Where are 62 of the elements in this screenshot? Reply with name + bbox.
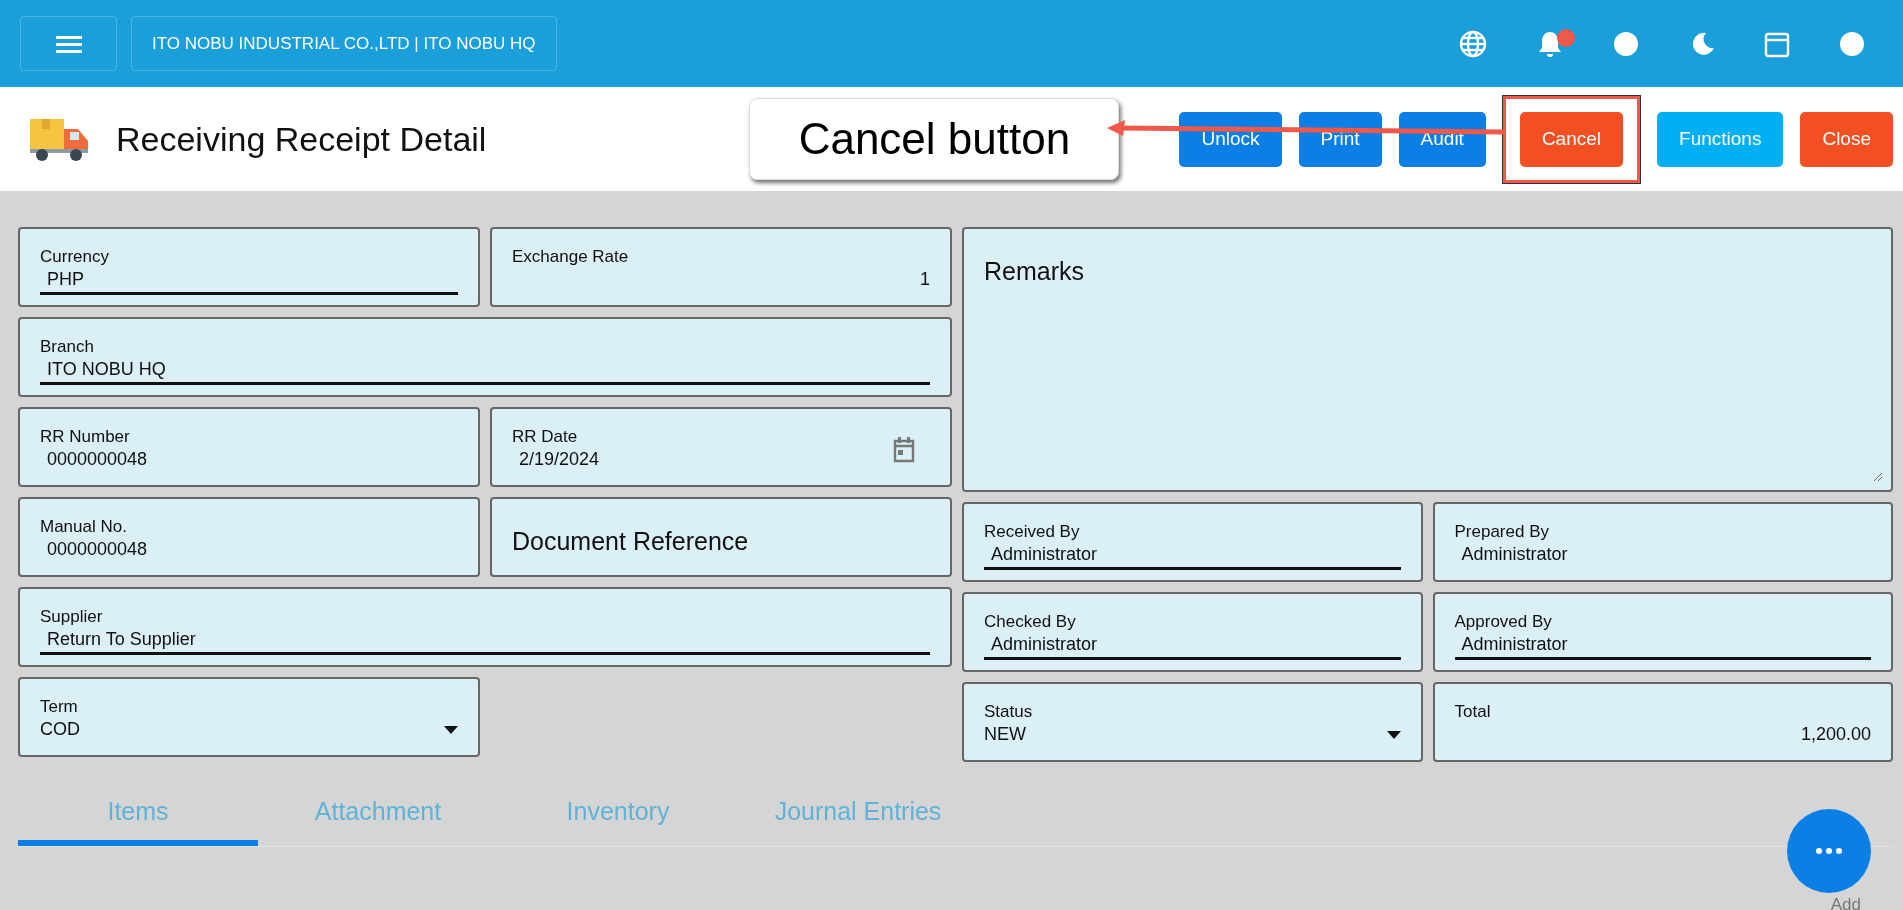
field-value: 1 <box>920 269 930 290</box>
field-value: Administrator <box>1461 544 1568 565</box>
form-field[interactable]: Branch ITO NOBU HQ <box>18 317 952 397</box>
field-value: PHP <box>47 269 84 290</box>
globe-icon[interactable] <box>1458 28 1488 59</box>
field-label: Manual No. <box>40 517 128 537</box>
calendar-icon[interactable] <box>892 436 916 463</box>
action-button[interactable]: Unlock <box>1179 111 1282 167</box>
menu-icon <box>55 33 82 54</box>
form-field[interactable]: RR Number 0000000048 <box>18 407 480 487</box>
field-value: 0000000048 <box>47 449 148 470</box>
form-field[interactable]: Supplier Return To Supplier <box>18 587 952 667</box>
field-label: RR Number <box>40 427 131 447</box>
field-label: Approved By <box>1454 612 1553 632</box>
field-value: Return To Supplier <box>47 629 196 650</box>
form-field[interactable]: Approved By Administrator <box>1432 592 1893 672</box>
action-button[interactable]: Audit <box>1398 111 1486 167</box>
remarks-field[interactable]: Remarks <box>962 227 1893 492</box>
dropdown-caret-icon[interactable] <box>444 725 458 734</box>
form-field[interactable]: Exchange Rate 1 <box>490 227 952 307</box>
field-label: Total <box>1454 702 1492 722</box>
form-field[interactable]: Currency PHP <box>18 227 480 307</box>
field-label: Document Reference <box>512 527 750 556</box>
annotation-callout: Cancel button <box>749 98 1120 180</box>
field-label: Currency <box>40 247 110 267</box>
menu-button[interactable] <box>20 16 117 71</box>
form-field[interactable]: Document Reference <box>490 497 952 577</box>
action-button[interactable]: Print <box>1298 111 1382 167</box>
field-value: NEW <box>984 724 1026 745</box>
field-value: Administrator <box>991 544 1098 565</box>
dropdown-caret-icon[interactable] <box>1386 730 1401 739</box>
form-field[interactable]: Checked By Administrator <box>962 592 1423 672</box>
field-label: Exchange Rate <box>512 247 630 267</box>
form-field[interactable]: Status NEW <box>962 682 1423 762</box>
form-field[interactable]: Manual No. 0000000048 <box>18 497 480 577</box>
add-label: Add <box>1830 895 1861 910</box>
field-value: 2/19/2024 <box>519 449 600 470</box>
field-value: Administrator <box>1461 634 1568 655</box>
field-label: RR Date <box>512 427 579 447</box>
form-field[interactable]: Total 1,200.00 <box>1432 682 1893 762</box>
action-button[interactable]: Close <box>1800 111 1893 167</box>
form-field[interactable]: Prepared By Administrator <box>1432 502 1893 582</box>
field-value: Administrator <box>991 634 1098 655</box>
more-icon <box>1816 848 1842 854</box>
field-label: Prepared By <box>1454 522 1550 542</box>
action-button[interactable]: Cancel <box>1519 111 1624 167</box>
form-field[interactable]: RR Date 2/19/2024 <box>490 407 952 487</box>
page-title: Receiving Receipt Detail <box>116 119 487 159</box>
form-field[interactable]: Term COD <box>18 677 480 757</box>
form-field[interactable]: Received By Administrator <box>962 502 1423 582</box>
field-value: ITO NOBU HQ <box>47 359 166 380</box>
field-label: Remarks <box>984 257 1085 286</box>
field-value: COD <box>40 719 80 740</box>
field-label: Term <box>40 697 79 717</box>
field-label: Status <box>984 702 1034 722</box>
field-label: Checked By <box>984 612 1077 632</box>
field-value: 0000000048 <box>47 539 148 560</box>
field-label: Supplier <box>40 607 104 627</box>
field-label: Received By <box>984 522 1081 542</box>
resize-grip-icon[interactable] <box>1873 472 1883 482</box>
field-value: 1,200.00 <box>1800 724 1871 745</box>
field-label: Branch <box>40 337 95 357</box>
